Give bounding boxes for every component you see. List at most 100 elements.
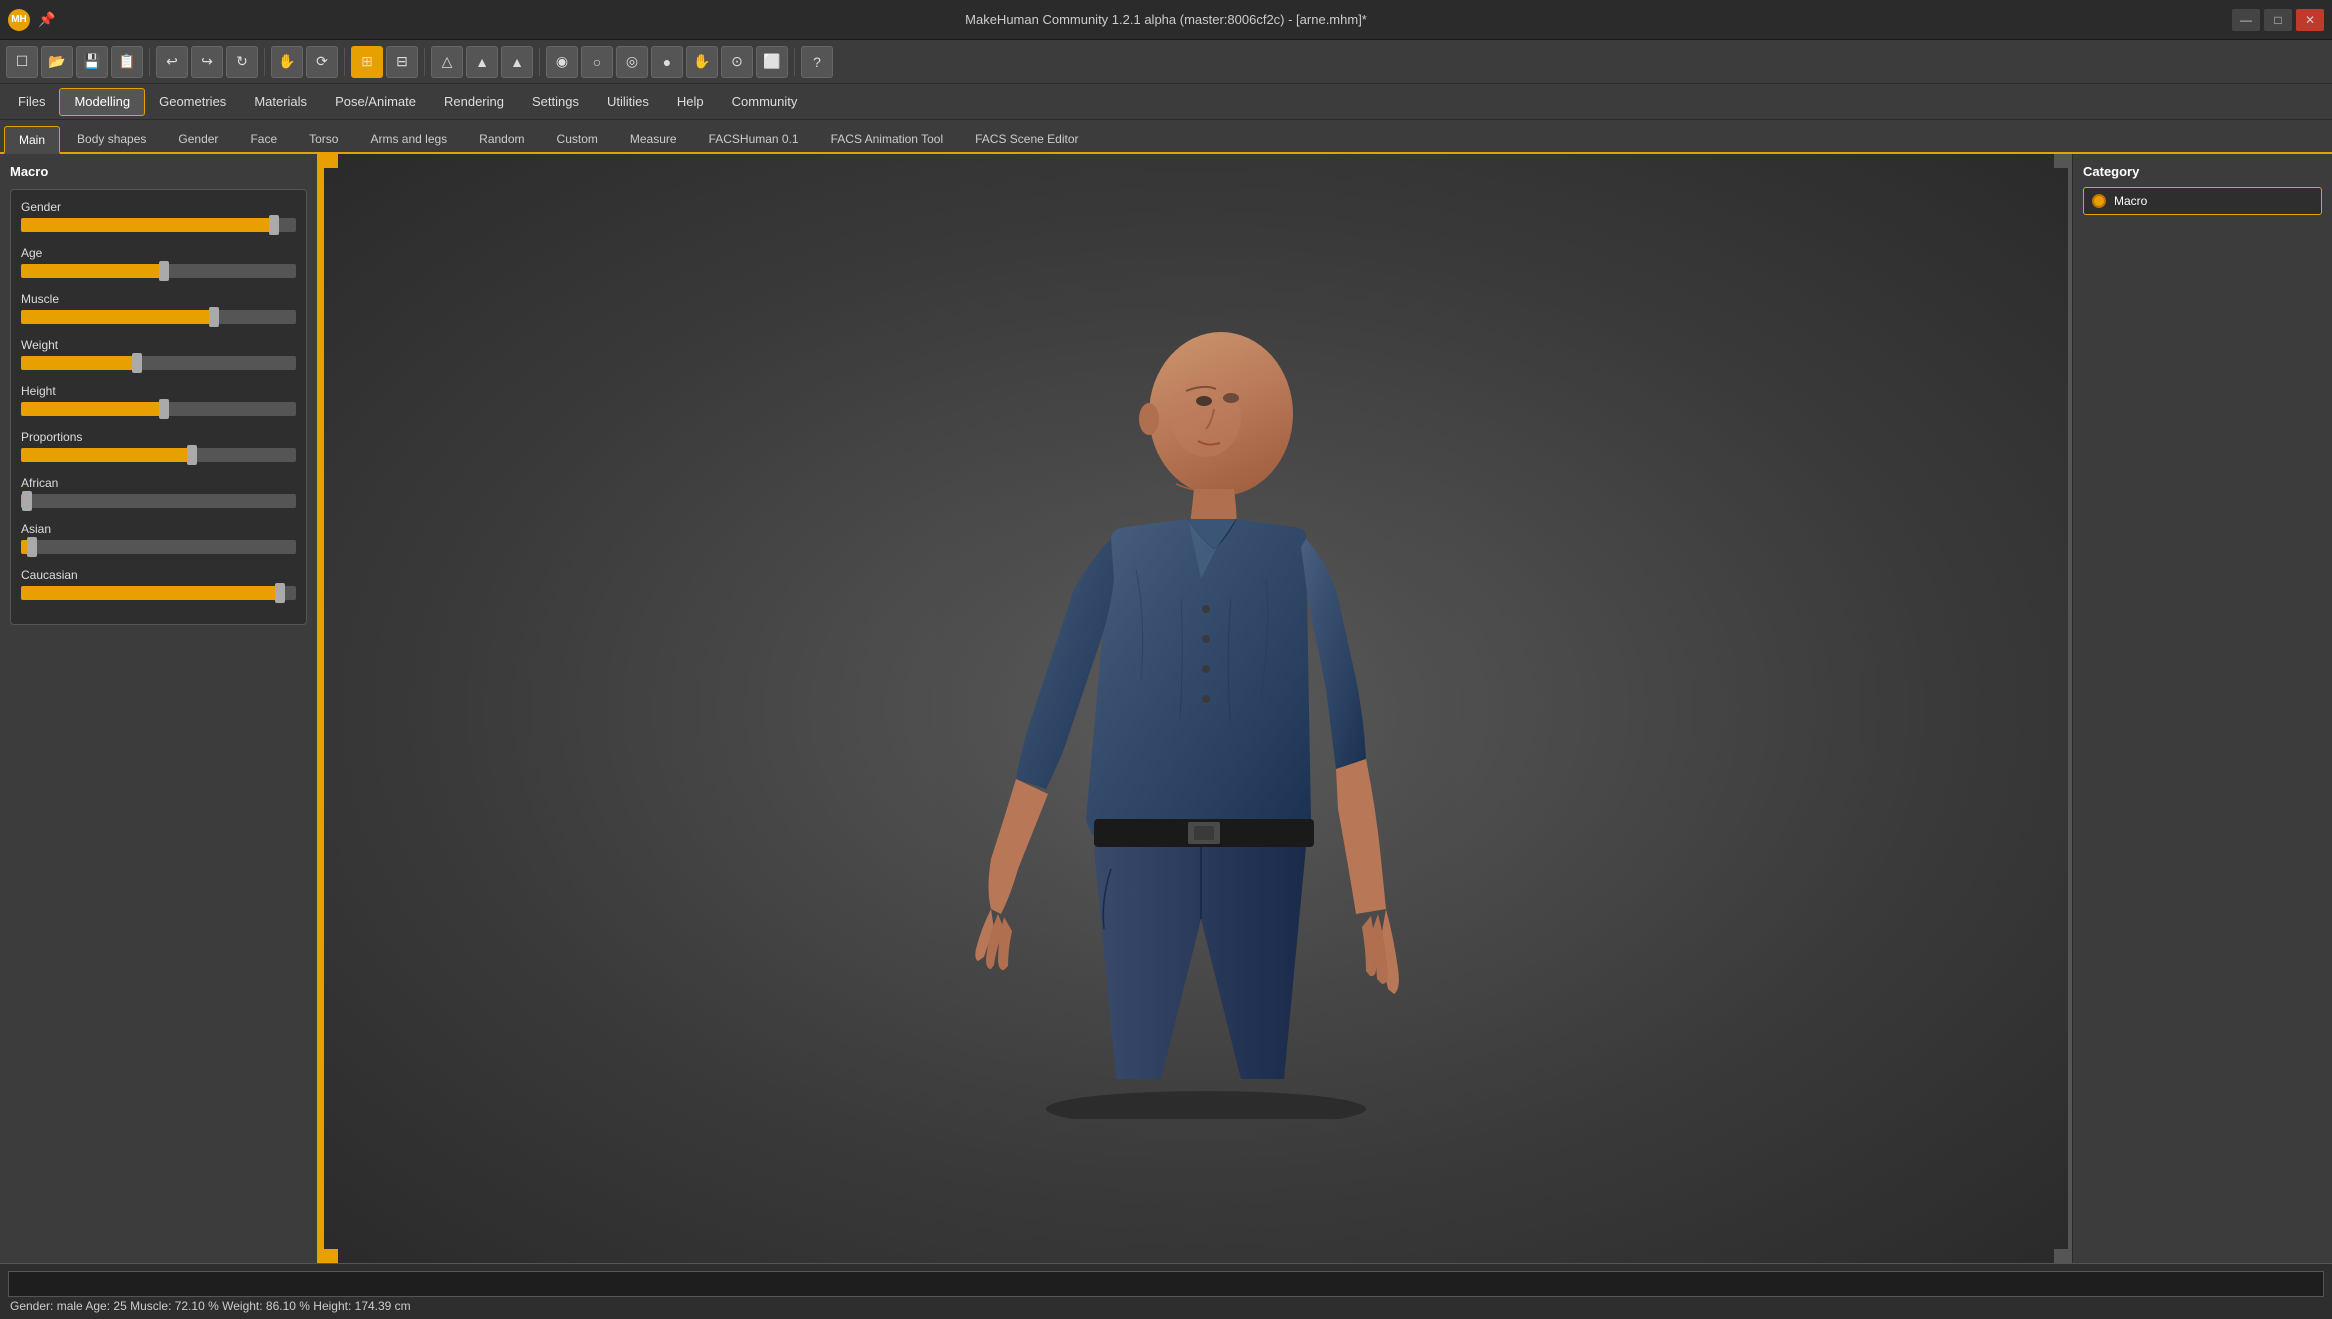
tab-body-shapes[interactable]: Body shapes <box>62 124 161 152</box>
gender-label: Gender <box>21 200 296 214</box>
category-title: Category <box>2083 164 2322 179</box>
african-slider-group: African <box>21 476 296 508</box>
box-button[interactable]: ⬜ <box>756 46 788 78</box>
menu-help[interactable]: Help <box>663 88 718 116</box>
menu-modelling[interactable]: Modelling <box>59 88 145 116</box>
sep5 <box>539 48 540 76</box>
app-icon: MH <box>8 9 30 31</box>
tab-facs-scene[interactable]: FACS Scene Editor <box>960 124 1093 152</box>
rotate-button[interactable]: ⟳ <box>306 46 338 78</box>
menu-geometries[interactable]: Geometries <box>145 88 240 116</box>
pin-icon[interactable]: 📌 <box>38 11 55 28</box>
figure-container <box>338 154 2054 1263</box>
menu-pose-animate[interactable]: Pose/Animate <box>321 88 430 116</box>
tab-random[interactable]: Random <box>464 124 539 152</box>
window-controls: — □ ✕ <box>2232 9 2324 31</box>
grid1-button[interactable]: ⊞ <box>351 46 383 78</box>
tab-custom[interactable]: Custom <box>542 124 613 152</box>
tab-bar: Main Body shapes Gender Face Torso Arms … <box>0 120 2332 154</box>
body-button[interactable]: ○ <box>581 46 613 78</box>
proportions-slider-group: Proportions <box>21 430 296 462</box>
asian-label: Asian <box>21 522 296 536</box>
grid2-button[interactable]: ⊟ <box>386 46 418 78</box>
menu-bar: Files Modelling Geometries Materials Pos… <box>0 84 2332 120</box>
save-button[interactable]: 💾 <box>76 46 108 78</box>
tab-main[interactable]: Main <box>4 126 60 154</box>
redo-button[interactable]: ↪ <box>191 46 223 78</box>
sphere-button[interactable]: ● <box>651 46 683 78</box>
tr-handle[interactable] <box>2054 154 2068 168</box>
br-handle[interactable] <box>2054 1249 2068 1263</box>
african-track[interactable] <box>21 494 296 508</box>
menu-settings[interactable]: Settings <box>518 88 593 116</box>
weight-slider-group: Weight <box>21 338 296 370</box>
gender-track[interactable] <box>21 218 296 232</box>
tab-face[interactable]: Face <box>235 124 292 152</box>
sep6 <box>794 48 795 76</box>
left-panel: Macro Gender Age Muscle <box>0 154 320 1263</box>
sym2-button[interactable]: ▲ <box>466 46 498 78</box>
sym3-button[interactable]: ▲ <box>501 46 533 78</box>
head-button[interactable]: ◉ <box>546 46 578 78</box>
menu-files[interactable]: Files <box>4 88 59 116</box>
caucasian-label: Caucasian <box>21 568 296 582</box>
height-slider-group: Height <box>21 384 296 416</box>
caucasian-track[interactable] <box>21 586 296 600</box>
maximize-button[interactable]: □ <box>2264 9 2292 31</box>
new-button[interactable]: ☐ <box>6 46 38 78</box>
sep1 <box>149 48 150 76</box>
gender-slider-group: Gender <box>21 200 296 232</box>
window-title: MakeHuman Community 1.2.1 alpha (master:… <box>965 12 1367 27</box>
menu-community[interactable]: Community <box>718 88 812 116</box>
globe-button[interactable]: ◎ <box>616 46 648 78</box>
tab-facs-animation[interactable]: FACS Animation Tool <box>816 124 959 152</box>
close-button[interactable]: ✕ <box>2296 9 2324 31</box>
sep2 <box>264 48 265 76</box>
refresh-button[interactable]: ↻ <box>226 46 258 78</box>
caucasian-slider-group: Caucasian <box>21 568 296 600</box>
saveas-button[interactable]: 📋 <box>111 46 143 78</box>
tl-handle[interactable] <box>324 154 338 168</box>
minimize-button[interactable]: — <box>2232 9 2260 31</box>
proportions-label: Proportions <box>21 430 296 444</box>
category-macro-dot <box>2092 194 2106 208</box>
status-text: Gender: male Age: 25 Muscle: 72.10 % Wei… <box>0 1299 2332 1317</box>
viewport[interactable] <box>320 154 2072 1263</box>
category-macro-label: Macro <box>2114 194 2147 208</box>
age-track[interactable] <box>21 264 296 278</box>
left-resizer[interactable] <box>320 154 324 1263</box>
hands-button[interactable]: ✋ <box>686 46 718 78</box>
african-label: African <box>21 476 296 490</box>
bl-handle[interactable] <box>324 1249 338 1263</box>
muscle-slider-group: Muscle <box>21 292 296 324</box>
age-label: Age <box>21 246 296 260</box>
tab-facshuman[interactable]: FACSHuman 0.1 <box>694 124 814 152</box>
tab-torso[interactable]: Torso <box>294 124 353 152</box>
sym1-button[interactable]: △ <box>431 46 463 78</box>
tab-gender[interactable]: Gender <box>163 124 233 152</box>
weight-track[interactable] <box>21 356 296 370</box>
weight-label: Weight <box>21 338 296 352</box>
tab-arms-legs[interactable]: Arms and legs <box>355 124 462 152</box>
menu-materials[interactable]: Materials <box>240 88 321 116</box>
tab-measure[interactable]: Measure <box>615 124 692 152</box>
menu-utilities[interactable]: Utilities <box>593 88 663 116</box>
title-bar-left: MH 📌 <box>8 9 55 31</box>
help-button[interactable]: ? <box>801 46 833 78</box>
ring-button[interactable]: ⊙ <box>721 46 753 78</box>
open-button[interactable]: 📂 <box>41 46 73 78</box>
menu-rendering[interactable]: Rendering <box>430 88 518 116</box>
grab-button[interactable]: ✋ <box>271 46 303 78</box>
right-resizer[interactable] <box>2068 154 2072 1263</box>
category-macro[interactable]: Macro <box>2083 187 2322 215</box>
height-track[interactable] <box>21 402 296 416</box>
status-input[interactable] <box>8 1271 2324 1297</box>
panel-title: Macro <box>10 164 307 179</box>
proportions-track[interactable] <box>21 448 296 462</box>
main-content: Macro Gender Age Muscle <box>0 154 2332 1263</box>
asian-slider-group: Asian <box>21 522 296 554</box>
toolbar: ☐ 📂 💾 📋 ↩ ↪ ↻ ✋ ⟳ ⊞ ⊟ △ ▲ ▲ ◉ ○ ◎ ● ✋ ⊙ … <box>0 40 2332 84</box>
asian-track[interactable] <box>21 540 296 554</box>
undo-button[interactable]: ↩ <box>156 46 188 78</box>
muscle-track[interactable] <box>21 310 296 324</box>
